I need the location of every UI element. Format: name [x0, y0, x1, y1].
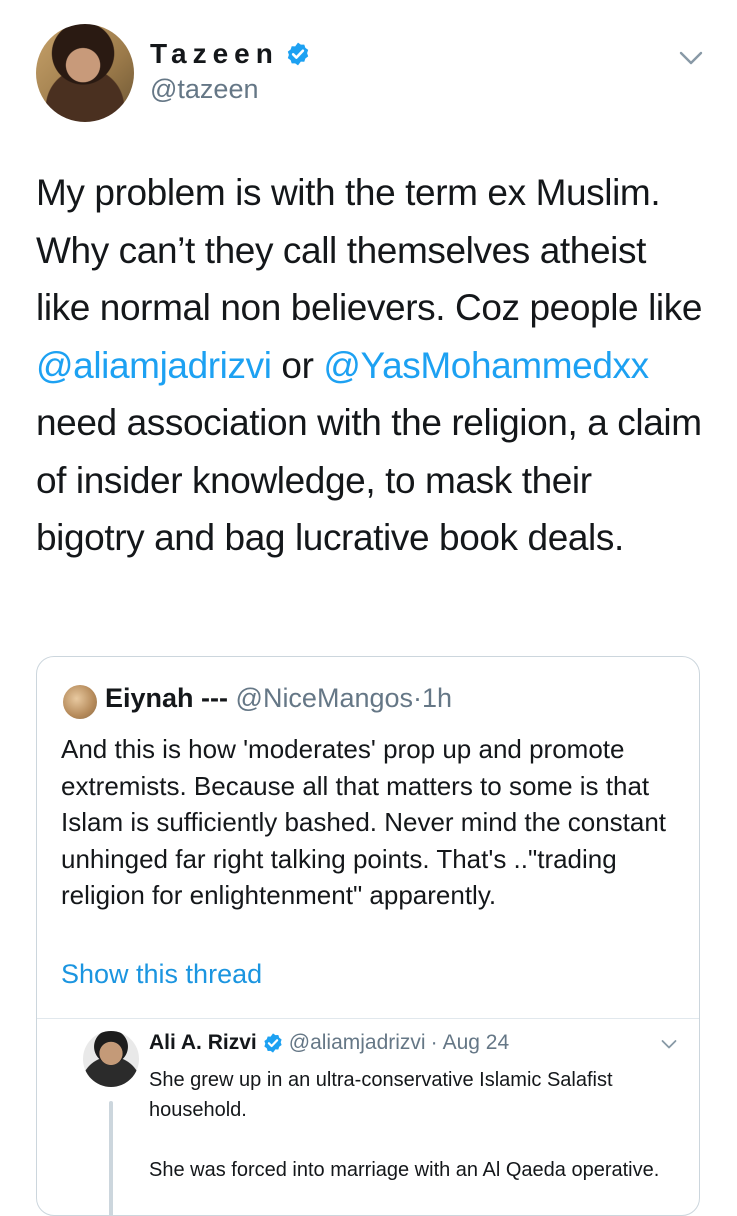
quoted-tweet-card[interactable]: Eiynah --- @NiceMangos·1h And this is ho… — [36, 656, 700, 1216]
quoted-tweet-header: Eiynah --- @NiceMangos·1h — [105, 683, 452, 714]
chevron-down-icon[interactable] — [661, 1039, 677, 1050]
quoted-author-avatar — [63, 685, 97, 719]
tweet-body: My problem is with the term ex Muslim. W… — [36, 164, 706, 567]
meta-separator: · — [430, 1031, 438, 1054]
embedded-tweet-text: She grew up in an ultra-conservative Isl… — [149, 1069, 660, 1181]
tweet-author-avatar[interactable] — [36, 24, 134, 122]
meta-separator: · — [413, 683, 423, 713]
divider — [37, 1018, 699, 1019]
quoted-author-handle: @NiceMangos — [235, 683, 414, 713]
embedded-author-name[interactable]: Ali A. Rizvi — [149, 1031, 257, 1055]
quoted-tweet-time: 1h — [422, 683, 453, 713]
tweet-author-name[interactable]: Tazeen — [150, 38, 279, 70]
thread-connector-line — [109, 1101, 113, 1215]
tweet-author-handle[interactable]: @tazeen — [150, 74, 258, 105]
show-thread-link[interactable]: Show this thread — [61, 959, 262, 990]
tweet-author-name-row: Tazeen — [150, 38, 311, 70]
mention-link-yasmohammedxx[interactable]: @YasMohammedxx — [323, 345, 649, 386]
mention-link-aliamjadrizvi[interactable]: @aliamjadrizvi — [36, 345, 272, 386]
reply-author-avatar[interactable] — [83, 1031, 139, 1087]
quoted-author-name: Eiynah --- — [105, 683, 229, 713]
verified-badge-icon — [264, 1033, 282, 1053]
embedded-tweet-date[interactable]: Aug 24 — [443, 1031, 510, 1055]
tweet-text-part: or — [271, 344, 324, 386]
chevron-down-icon[interactable] — [679, 50, 703, 66]
embedded-author-handle[interactable]: @aliamjadrizvi — [289, 1031, 426, 1055]
tweet-text-part: My problem is with the term ex Muslim. W… — [36, 172, 722, 328]
embedded-tweet-header: Ali A. Rizvi @aliamjadrizvi · Aug 24 — [149, 1031, 509, 1055]
verified-badge-icon — [287, 42, 309, 66]
quoted-tweet-text: And this is how 'moderates' prop up and … — [61, 734, 674, 910]
